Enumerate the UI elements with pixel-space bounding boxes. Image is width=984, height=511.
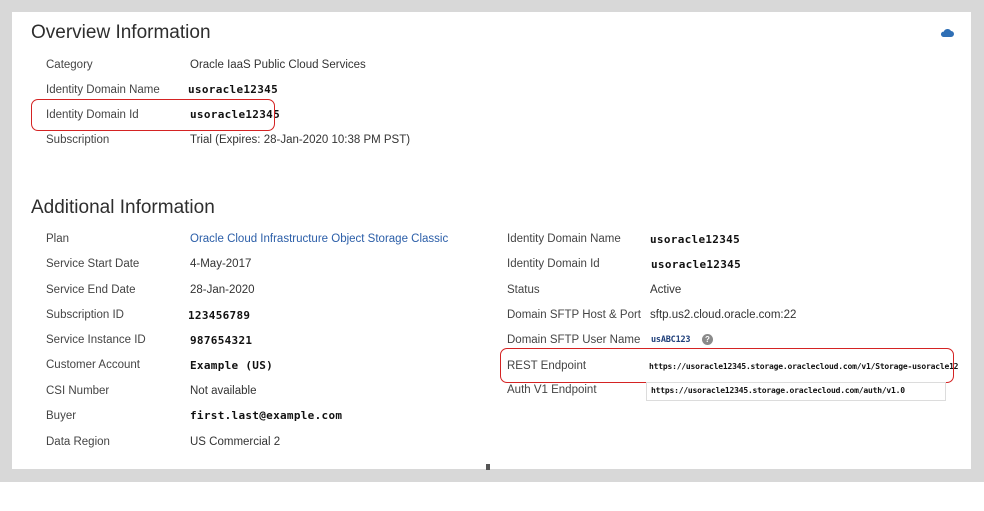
additional-value-service-end-date: 28-Jan-2020	[190, 284, 255, 296]
overview-value-category: Oracle IaaS Public Cloud Services	[190, 59, 366, 71]
additional-value-identity-domain-id-right: usoracle12345	[651, 258, 741, 271]
additional-value-buyer: first.last@example.com	[190, 409, 343, 422]
overview-label-identity-domain-name: Identity Domain Name	[46, 84, 160, 96]
overview-title: Overview Information	[31, 22, 211, 43]
plan-link[interactable]: Oracle Cloud Infrastructure Object Stora…	[190, 233, 448, 245]
additional-value-subscription-id: 123456789	[188, 309, 251, 322]
additional-label-buyer: Buyer	[46, 410, 77, 422]
additional-label-customer-account: Customer Account	[46, 359, 140, 371]
identity-domain-id-highlight	[31, 99, 275, 131]
additional-label-csi-number: CSI Number	[46, 385, 110, 397]
additional-label-auth-v1-endpoint: Auth V1 Endpoint	[507, 384, 597, 396]
additional-value-customer-account: Example (US)	[190, 359, 274, 372]
additional-label-service-end-date: Service End Date	[46, 284, 136, 296]
cloud-icon[interactable]	[940, 28, 954, 37]
service-details-panel: Overview Information Category Oracle Iaa…	[12, 12, 971, 469]
additional-label-sftp-host-port: Domain SFTP Host & Port	[507, 309, 641, 321]
additional-label-identity-domain-id-right: Identity Domain Id	[507, 258, 600, 270]
additional-value-service-start-date: 4-May-2017	[190, 258, 252, 270]
auth-endpoint-value[interactable]: https://usoracle12345.storage.oracleclou…	[651, 386, 905, 395]
additional-label-subscription-id: Subscription ID	[46, 309, 124, 321]
additional-label-status: Status	[507, 284, 540, 296]
scroll-indicator	[486, 464, 490, 470]
overview-value-subscription: Trial (Expires: 28-Jan-2020 10:38 PM PST…	[190, 134, 411, 146]
help-icon[interactable]: ?	[702, 334, 713, 345]
additional-value-data-region: US Commercial 2	[190, 436, 281, 448]
additional-label-identity-domain-name-right: Identity Domain Name	[507, 233, 621, 245]
additional-label-service-start-date: Service Start Date	[46, 258, 140, 270]
additional-value-status: Active	[650, 284, 682, 296]
additional-label-sftp-user-name: Domain SFTP User Name	[507, 334, 641, 346]
overview-label-category: Category	[46, 59, 93, 71]
additional-label-plan: Plan	[46, 233, 70, 245]
additional-value-sftp-host-port: sftp.us2.cloud.oracle.com:22	[650, 309, 797, 321]
additional-title: Additional Information	[31, 197, 215, 218]
additional-label-data-region: Data Region	[46, 436, 110, 448]
additional-label-service-instance-id: Service Instance ID	[46, 334, 146, 346]
additional-value-csi-number: Not available	[190, 385, 257, 397]
overview-label-subscription: Subscription	[46, 134, 110, 146]
additional-value-service-instance-id: 987654321	[190, 334, 253, 347]
overview-value-identity-domain-name: usoracle12345	[188, 83, 278, 96]
screenshot-frame: Overview Information Category Oracle Iaa…	[0, 0, 984, 482]
rest-endpoint-highlight	[500, 348, 954, 383]
additional-value-sftp-user-name: usABC123	[651, 335, 691, 345]
additional-value-identity-domain-name-right: usoracle12345	[650, 233, 740, 246]
